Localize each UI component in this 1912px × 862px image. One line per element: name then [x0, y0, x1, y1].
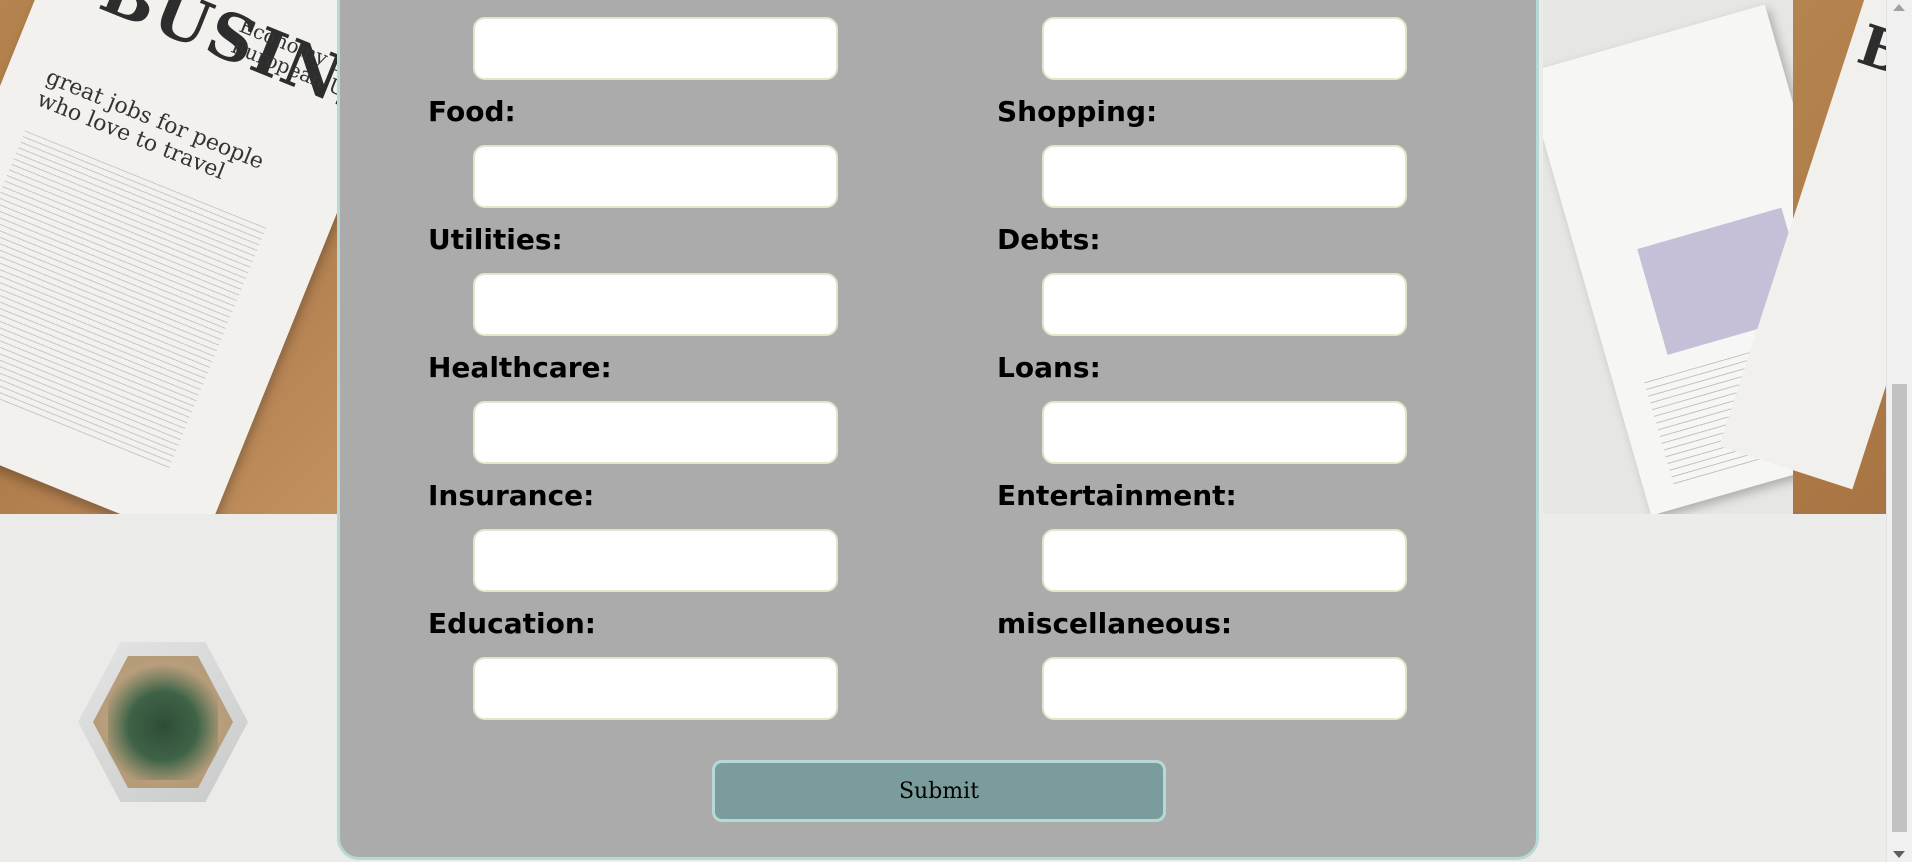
succulent-plant-image [108, 660, 218, 780]
background-desk-right [1543, 514, 1892, 862]
healthcare-input[interactable] [473, 401, 838, 464]
insurance-label: Insurance: [428, 479, 595, 512]
scrollbar-thumb[interactable] [1892, 384, 1907, 832]
expense-input-top-right[interactable] [1042, 17, 1407, 80]
debts-label: Debts: [997, 223, 1101, 256]
food-label: Food: [428, 95, 516, 128]
shopping-input[interactable] [1042, 145, 1407, 208]
scroll-up-arrow-icon[interactable] [1893, 4, 1905, 11]
entertainment-label: Entertainment: [997, 479, 1237, 512]
education-input[interactable] [473, 657, 838, 720]
entertainment-input[interactable] [1042, 529, 1407, 592]
submit-button[interactable]: Submit [712, 760, 1166, 822]
clipboard: BUSINESS [1719, 0, 1892, 514]
page-scrollbar[interactable] [1886, 0, 1912, 862]
insurance-input[interactable] [473, 529, 838, 592]
utilities-input[interactable] [473, 273, 838, 336]
scroll-down-arrow-icon[interactable] [1893, 851, 1905, 858]
food-input[interactable] [473, 145, 838, 208]
shopping-label: Shopping: [997, 95, 1158, 128]
education-label: Education: [428, 607, 596, 640]
healthcare-label: Healthcare: [428, 351, 612, 384]
loans-label: Loans: [997, 351, 1101, 384]
expense-input-top-left[interactable] [473, 17, 838, 80]
loans-input[interactable] [1042, 401, 1407, 464]
miscellaneous-input[interactable] [1042, 657, 1407, 720]
utilities-label: Utilities: [428, 223, 563, 256]
newspaper-sheet: BUSINESS Economy of European U great job… [0, 0, 340, 514]
background-newspaper-image: BUSINESS Economy of European U great job… [0, 0, 340, 514]
background-invoice-image: BUSINESS [1543, 0, 1892, 514]
debts-input[interactable] [1042, 273, 1407, 336]
miscellaneous-label: miscellaneous: [997, 607, 1233, 640]
